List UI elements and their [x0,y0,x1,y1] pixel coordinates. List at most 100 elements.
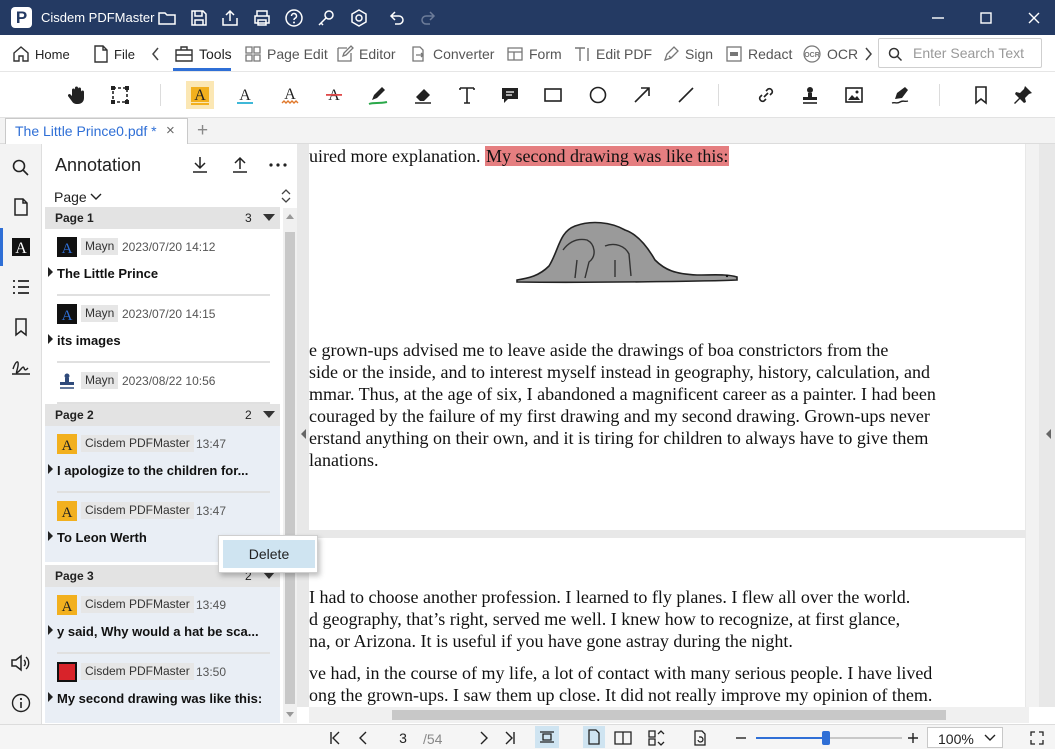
group-header-page-2[interactable]: Page 2 2 [45,404,280,426]
annotation-item[interactable]: A Mayn 2023/07/20 14:15 its images [45,296,280,363]
print-icon[interactable] [252,8,272,28]
zoom-level-dropdown[interactable]: 100% [927,727,1003,748]
collapse-panel-arrow-icon[interactable] [300,428,307,440]
undo-icon[interactable] [387,8,407,28]
document-tab[interactable]: The Little Prince0.pdf * × [5,118,188,144]
menu-editor[interactable]: Editor [336,44,396,64]
import-annotations-button[interactable] [190,155,210,175]
more-options-button[interactable] [268,162,288,168]
bookmark-tool[interactable] [967,81,995,109]
ellipse-tool[interactable] [584,81,612,109]
eraser-tool[interactable] [409,81,437,109]
select-area-tool[interactable] [106,81,134,109]
collapse-triangle-icon[interactable] [263,214,275,221]
last-page-button[interactable] [502,729,518,747]
note-tool[interactable] [496,81,524,109]
open-folder-icon[interactable] [157,8,177,28]
download-icon [193,157,207,173]
annotation-item[interactable]: A Cisdem PDFMaster 13:49 y said, Why wou… [45,587,280,654]
line-tool[interactable] [672,81,700,109]
menu-scroll-right[interactable] [862,44,874,64]
fullscreen-button[interactable] [1027,729,1047,747]
menu-converter[interactable]: Converter [410,44,494,64]
menu-redact[interactable]: Redact [725,44,792,64]
panel-scrollbar-thumb[interactable] [285,232,295,704]
menu-scroll-left[interactable] [150,44,162,64]
close-tab-icon[interactable]: × [166,122,175,139]
scroll-down-arrow-icon[interactable] [285,711,295,719]
pin-tool[interactable] [1009,81,1037,109]
next-page-button[interactable] [476,729,492,747]
maximize-button[interactable] [974,6,998,30]
expand-collapse-toggle[interactable] [280,188,292,204]
rotate-page-button[interactable] [691,729,709,747]
help-icon[interactable] [284,8,304,28]
sidebar-search[interactable] [7,154,35,182]
annotation-item[interactable]: Mayn 2023/08/22 10:56 [45,363,280,404]
sidebar-signatures[interactable] [7,353,35,381]
highlighted-text[interactable]: My second drawing was like this: [484,146,730,166]
key-icon[interactable] [316,8,336,28]
collapse-triangle-icon[interactable] [263,572,275,579]
sidebar-read-aloud[interactable] [7,649,35,677]
delete-menu-item[interactable]: Delete [223,540,315,568]
menu-sign[interactable]: Sign [662,44,713,64]
two-page-view-button[interactable] [612,729,634,747]
strikethrough-tool[interactable]: A [320,81,348,109]
menu-page-edit[interactable]: Page Edit [244,44,328,64]
underline-tool[interactable]: A [231,81,259,109]
minimize-button[interactable] [926,6,950,30]
prev-page-button[interactable] [355,729,371,747]
save-icon[interactable] [189,8,209,28]
sidebar-outline[interactable] [7,273,35,301]
highlight-tool[interactable]: A [186,81,214,109]
group-header-page-1[interactable]: Page 1 3 [45,207,280,229]
document-vertical-scrollbar[interactable] [1026,144,1039,707]
rectangle-tool[interactable] [539,81,567,109]
signature-tool[interactable] [886,81,914,109]
freehand-tool[interactable] [364,81,392,109]
fit-page-button[interactable] [535,726,559,748]
sidebar-annotations[interactable]: A [7,233,35,261]
link-tool[interactable] [752,81,780,109]
hand-tool[interactable] [63,81,91,109]
first-page-button[interactable] [327,729,343,747]
zoom-out-button[interactable] [733,729,749,747]
stamp-tool[interactable] [796,81,824,109]
search-input[interactable] [913,44,1037,62]
sidebar-thumbnails[interactable] [7,193,35,221]
search-field[interactable] [878,38,1042,68]
redo-icon[interactable] [418,8,438,28]
expand-right-panel-arrow-icon[interactable] [1045,428,1052,440]
zoom-in-button[interactable] [905,729,921,747]
scroll-mode-button[interactable] [645,729,667,747]
sidebar-info[interactable] [7,689,35,717]
image-tool[interactable] [840,81,868,109]
annotation-item[interactable]: A Mayn 2023/07/20 14:12 The Little Princ… [45,229,280,296]
sidebar-bookmarks[interactable] [7,313,35,341]
collapse-triangle-icon[interactable] [263,411,275,418]
settings-icon[interactable] [349,8,369,28]
menu-home[interactable]: Home [12,44,70,64]
menu-form[interactable]: Form [506,44,562,64]
sort-dropdown[interactable]: Page [54,189,102,205]
add-tab-button[interactable]: + [197,120,208,142]
text-tool[interactable] [453,81,481,109]
menu-file[interactable]: File [93,44,135,64]
document-viewer[interactable]: uired more explanation. My second drawin… [297,144,1055,707]
squiggly-tool[interactable]: A [276,81,304,109]
annotation-item[interactable]: Cisdem PDFMaster 13:50 My second drawing… [45,654,280,721]
close-window-button[interactable] [1022,6,1046,30]
export-annotations-button[interactable] [230,155,250,175]
page-number-input[interactable] [388,728,418,747]
menu-ocr[interactable]: OCR OCR [802,44,858,64]
document-horizontal-scrollbar-thumb[interactable] [392,710,946,720]
arrow-tool[interactable] [628,81,656,109]
annotation-item[interactable]: A Cisdem PDFMaster 13:47 I apologize to … [45,426,280,493]
single-page-view-button[interactable] [583,726,605,748]
share-icon[interactable] [220,8,240,28]
scroll-up-arrow-icon[interactable] [285,212,295,220]
menu-edit-pdf[interactable]: Edit PDF [573,44,652,64]
zoom-slider-handle[interactable] [822,731,831,745]
menu-tools[interactable]: Tools [174,44,232,64]
